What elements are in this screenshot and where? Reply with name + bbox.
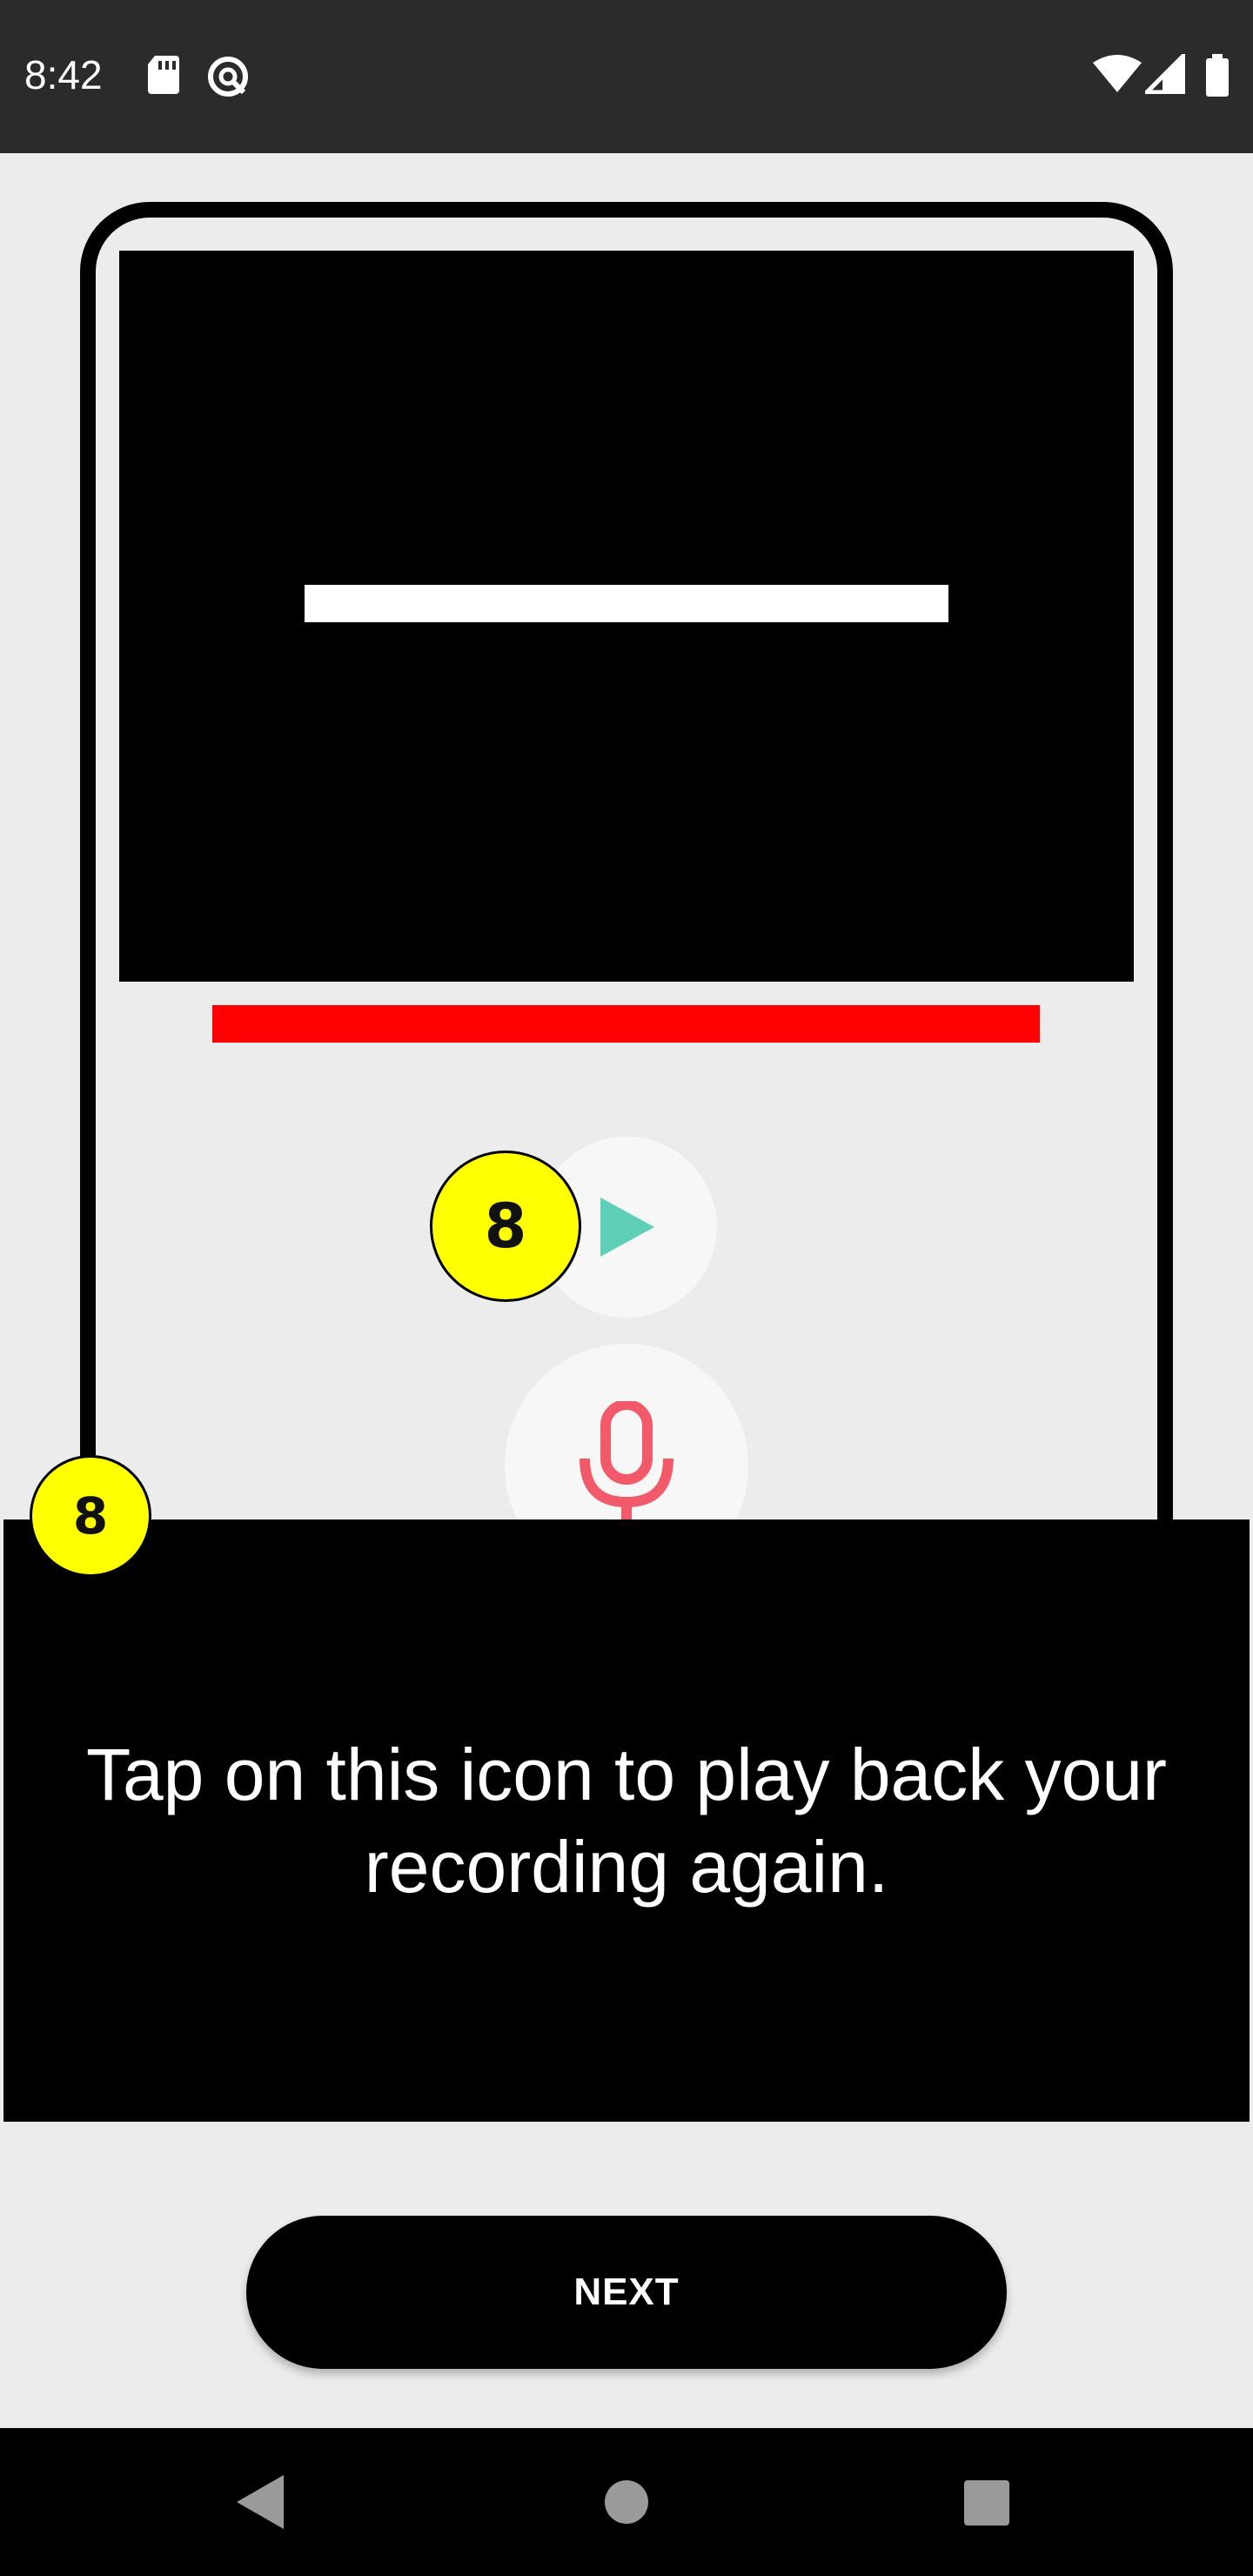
home-icon[interactable] [605, 2480, 648, 2524]
next-button[interactable]: NEXT [246, 2216, 1007, 2369]
recents-icon[interactable] [964, 2480, 1009, 2526]
sd-card-icon [148, 56, 179, 94]
tooltip-panel: Tap on this icon to play back your recor… [3, 1519, 1250, 2122]
status-time: 8:42 [24, 52, 103, 97]
wifi-icon [1093, 55, 1142, 92]
step-badge-tooltip: 8 [30, 1455, 151, 1577]
step-badge-play: 8 [430, 1150, 581, 1302]
microphone-icon [580, 1401, 673, 1523]
recording-progress-bar [212, 1005, 1040, 1043]
data-saver-icon [208, 57, 248, 97]
battery-icon [1206, 54, 1229, 97]
play-icon [600, 1197, 654, 1257]
caption-bar [305, 585, 948, 622]
status-bar [0, 0, 1253, 153]
signal-icon [1145, 54, 1185, 94]
tooltip-text: Tap on this icon to play back your recor… [85, 1734, 1168, 1908]
back-icon[interactable] [235, 2473, 287, 2531]
